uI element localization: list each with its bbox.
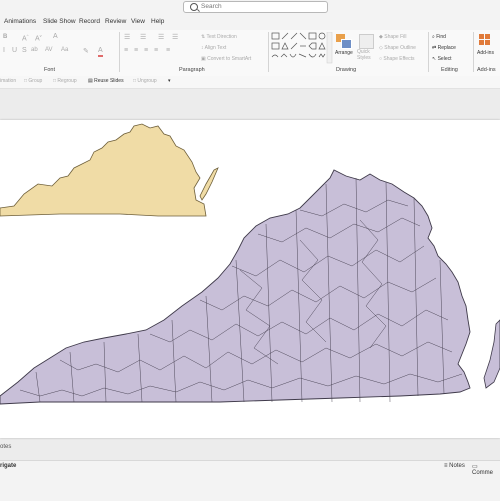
strike-icon[interactable]: S bbox=[22, 47, 27, 54]
align-left-icon[interactable]: ≡ bbox=[124, 47, 128, 54]
virginia-eastern-shore-shape[interactable] bbox=[483, 319, 500, 389]
virginia-map bbox=[0, 123, 500, 405]
shape-fill-label: Shape Fill bbox=[384, 34, 407, 40]
arrange-button[interactable]: Arrange bbox=[335, 50, 353, 56]
indent-icon[interactable]: ☰ bbox=[158, 33, 164, 41]
ungroup-label: Ungroup bbox=[137, 78, 157, 84]
quick-styles-button[interactable]: Quick Styles bbox=[357, 49, 377, 61]
underline-icon[interactable]: U bbox=[12, 47, 17, 54]
comments-button-label: Comme bbox=[472, 470, 494, 476]
divider bbox=[428, 32, 429, 72]
eastern-shore-outline[interactable] bbox=[199, 167, 219, 201]
regroup-button[interactable]: □ Regroup bbox=[53, 78, 77, 84]
font-color-icon[interactable]: A bbox=[98, 47, 103, 57]
convert-smartart-button[interactable]: ▣ Convert to SmartArt bbox=[201, 56, 251, 62]
line-spacing-icon[interactable]: ☰ bbox=[172, 33, 178, 41]
select-button[interactable]: ↖ Select bbox=[432, 56, 452, 62]
highlight-icon[interactable]: ✎ bbox=[83, 47, 89, 55]
tab-review[interactable]: Review bbox=[105, 18, 126, 25]
reuse-slides-button[interactable]: ▤ Reuse Slides bbox=[88, 78, 124, 84]
divider bbox=[268, 32, 269, 72]
convert-smartart-label: Convert to SmartArt bbox=[207, 56, 252, 62]
align-text-button[interactable]: ↕ Align Text bbox=[201, 45, 226, 51]
group-button[interactable]: □ Group bbox=[24, 78, 42, 84]
font-group-label: Font bbox=[44, 67, 56, 73]
numbering-icon[interactable]: ☰ bbox=[140, 33, 146, 41]
comments-button[interactable]: ▭ Comme bbox=[472, 463, 500, 476]
tab-animations[interactable]: Animations bbox=[4, 18, 36, 25]
align-text-label: Align Text bbox=[204, 45, 227, 51]
paragraph-group-label: Paragraph bbox=[179, 67, 205, 73]
status-left-text[interactable]: rigate bbox=[0, 463, 16, 469]
replace-button[interactable]: ⇄ Replace bbox=[432, 45, 456, 51]
drawing-group-label: Drawing bbox=[336, 67, 357, 73]
addins-group-label: Add-ins bbox=[477, 67, 496, 73]
reuse-slides-label: Reuse Slides bbox=[94, 78, 124, 84]
shape-outline-label: Shape Outline bbox=[384, 45, 416, 51]
shape-fill-button[interactable]: ◆ Shape Fill bbox=[379, 34, 406, 40]
group-label: Group bbox=[28, 78, 43, 84]
slide-canvas[interactable] bbox=[0, 120, 500, 438]
regroup-label: Regroup bbox=[57, 78, 77, 84]
shape-effects-button[interactable]: ○ Shape Effects bbox=[379, 56, 414, 62]
divider bbox=[473, 32, 474, 72]
bullets-icon[interactable]: ☰ bbox=[124, 33, 130, 41]
customize-toolbar-icon[interactable]: ▾ bbox=[168, 78, 171, 84]
search-input[interactable]: Search bbox=[201, 2, 222, 12]
addins-button[interactable]: Add-ins bbox=[477, 50, 494, 56]
font-grow-icon[interactable]: A^ bbox=[22, 33, 29, 42]
search-icon bbox=[190, 3, 198, 11]
notes-button-label: Notes bbox=[449, 463, 465, 469]
shape-effects-label: Shape Effects bbox=[383, 56, 415, 62]
ribbon: B A^ Av A I U S ab AV Aa ✎ A Font ☰ ☰ ☰ … bbox=[0, 30, 500, 77]
change-case-icon[interactable]: AV bbox=[45, 47, 53, 53]
align-right-icon[interactable]: ≡ bbox=[144, 47, 148, 54]
find-button[interactable]: ⌕ Find bbox=[432, 34, 446, 40]
columns-icon[interactable]: ≡ bbox=[166, 47, 170, 54]
status-bar: rigate ≡ Notes ▭ Comme bbox=[0, 460, 500, 501]
notes-label[interactable]: otes bbox=[0, 444, 11, 450]
shapes-gallery[interactable] bbox=[271, 32, 333, 64]
replace-label: Replace bbox=[437, 45, 456, 51]
tab-help[interactable]: Help bbox=[151, 18, 164, 25]
text-direction-label: Text Direction bbox=[206, 34, 237, 40]
arrange-icon[interactable] bbox=[336, 34, 352, 49]
search-box[interactable]: Search bbox=[183, 1, 328, 13]
font-shrink-icon[interactable]: Av bbox=[35, 33, 42, 42]
align-center-icon[interactable]: ≡ bbox=[134, 47, 138, 54]
case-icon[interactable]: Aa bbox=[61, 47, 68, 53]
bold-icon[interactable]: B bbox=[3, 34, 7, 40]
divider bbox=[119, 32, 120, 72]
ribbon-tabs: Animations Slide Show Record Review View… bbox=[0, 14, 500, 30]
ungroup-button[interactable]: □ Ungroup bbox=[133, 78, 157, 84]
italic-icon[interactable]: I bbox=[3, 47, 5, 54]
find-label: Find bbox=[436, 34, 446, 40]
tab-record[interactable]: Record bbox=[79, 18, 100, 25]
select-label: Select bbox=[437, 56, 452, 62]
text-direction-button[interactable]: ⇅ Text Direction bbox=[201, 34, 237, 40]
addins-icon[interactable] bbox=[479, 34, 491, 46]
tab-slide-show[interactable]: Slide Show bbox=[43, 18, 76, 25]
quick-styles-icon[interactable] bbox=[359, 34, 374, 49]
animation-button[interactable]: imation bbox=[0, 78, 16, 84]
notes-button[interactable]: ≡ Notes bbox=[444, 463, 465, 469]
quick-toolbar: imation □ Group □ Regroup ▤ Reuse Slides… bbox=[0, 76, 500, 89]
char-spacing-icon[interactable]: ab bbox=[31, 47, 38, 53]
tab-view[interactable]: View bbox=[131, 18, 145, 25]
justify-icon[interactable]: ≡ bbox=[154, 47, 158, 54]
title-bar: Search bbox=[0, 0, 500, 14]
editing-group-label: Editing bbox=[441, 67, 458, 73]
shape-outline-button[interactable]: ◇ Shape Outline bbox=[379, 45, 416, 51]
virginia-outline-shape[interactable] bbox=[0, 123, 207, 217]
clear-format-icon[interactable]: A bbox=[53, 33, 58, 40]
